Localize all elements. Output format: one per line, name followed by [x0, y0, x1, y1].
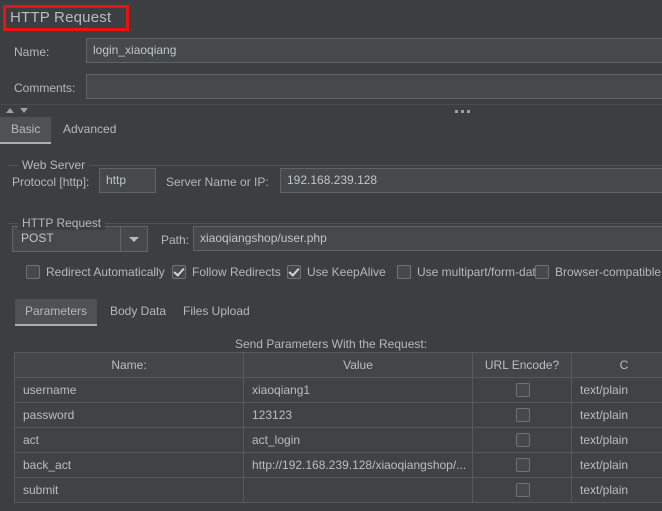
name-input[interactable]: login_xiaoqiang	[86, 38, 662, 63]
table-row[interactable]: username xiaoqiang1 text/plain	[15, 378, 662, 403]
table-row[interactable]: act act_login text/plain	[15, 428, 662, 453]
table-row[interactable]: submit text/plain	[15, 478, 662, 503]
collapse-down-icon[interactable]	[20, 108, 28, 113]
path-label: Path:	[161, 233, 190, 247]
checkbox-box[interactable]	[535, 265, 549, 279]
checkbox-box[interactable]	[172, 265, 186, 279]
web-server-group-title: Web Server	[18, 158, 90, 172]
basic-tab-content: Web Server Protocol [http]: http Server …	[0, 144, 662, 511]
cell-value[interactable]	[244, 478, 473, 502]
checkbox-label: Follow Redirects	[192, 265, 281, 279]
name-label: Name:	[14, 45, 50, 59]
table-row[interactable]: back_act http://192.168.239.128/xiaoqian…	[15, 453, 662, 478]
server-name-input[interactable]: 192.168.239.128	[280, 168, 662, 193]
url-encode-checkbox[interactable]	[516, 483, 530, 497]
comments-label: Comments:	[14, 81, 76, 95]
tab-basic[interactable]: Basic	[0, 117, 52, 144]
main-tabbar: Basic Advanced	[0, 117, 662, 144]
checkbox-label: Browser-compatible he	[555, 265, 662, 279]
parameters-table-caption: Send Parameters With the Request:	[234, 337, 428, 351]
checkbox-box[interactable]	[26, 265, 40, 279]
comments-field-row: Comments:	[0, 74, 662, 104]
cell-value[interactable]: http://192.168.239.128/xiaoqiangshop/...	[244, 453, 473, 477]
cell-content-type[interactable]: text/plain	[572, 478, 662, 502]
protocol-input[interactable]: http	[99, 168, 156, 193]
column-header-content-type[interactable]: C	[572, 353, 662, 377]
tab-advanced[interactable]: Advanced	[52, 117, 127, 144]
cell-content-type[interactable]: text/plain	[572, 403, 662, 427]
cell-url-encode[interactable]	[473, 403, 572, 427]
page-title: HTTP Request	[10, 9, 112, 26]
tab-parameters[interactable]: Parameters	[15, 299, 98, 326]
server-name-label: Server Name or IP:	[166, 175, 269, 189]
checkbox-label: Redirect Automatically	[46, 265, 165, 279]
chevron-down-icon[interactable]	[120, 227, 147, 251]
http-request-group-title: HTTP Request	[18, 216, 106, 230]
cell-url-encode[interactable]	[473, 453, 572, 477]
parameters-table: Name: Value URL Encode? C username xiaoq…	[14, 352, 662, 503]
parameters-tabbar: Parameters Body Data Files Upload	[8, 299, 662, 326]
method-value: POST	[21, 231, 54, 245]
tab-body-data[interactable]: Body Data	[100, 299, 176, 326]
request-options-row: Redirect Automatically Follow Redirects …	[0, 263, 662, 285]
cell-name[interactable]: act	[15, 428, 244, 452]
cell-url-encode[interactable]	[473, 428, 572, 452]
cell-name[interactable]: username	[15, 378, 244, 402]
collapse-up-icon[interactable]	[6, 108, 14, 113]
url-encode-checkbox[interactable]	[516, 408, 530, 422]
column-header-url-encode[interactable]: URL Encode?	[473, 353, 572, 377]
cell-content-type[interactable]: text/plain	[572, 453, 662, 477]
splitter-arrows[interactable]	[6, 108, 28, 113]
cell-value[interactable]: xiaoqiang1	[244, 378, 473, 402]
cell-name[interactable]: back_act	[15, 453, 244, 477]
panel-title-area: HTTP Request	[0, 0, 662, 38]
table-row[interactable]: password 123123 text/plain	[15, 403, 662, 428]
url-encode-checkbox[interactable]	[516, 433, 530, 447]
column-header-name[interactable]: Name:	[15, 353, 244, 377]
cell-content-type[interactable]: text/plain	[572, 378, 662, 402]
path-input[interactable]: xiaoqiangshop/user.php	[193, 226, 662, 251]
splitter-grip-icon[interactable]	[455, 110, 470, 113]
cell-url-encode[interactable]	[473, 478, 572, 502]
column-header-value[interactable]: Value	[244, 353, 473, 377]
cell-value[interactable]: act_login	[244, 428, 473, 452]
name-field-row: Name: login_xiaoqiang	[0, 38, 662, 68]
checkbox-box[interactable]	[397, 265, 411, 279]
table-header-row: Name: Value URL Encode? C	[15, 353, 662, 378]
http-request-panel: HTTP Request Name: login_xiaoqiang Comme…	[0, 0, 662, 511]
tab-files-upload[interactable]: Files Upload	[173, 299, 260, 326]
checkbox-label: Use KeepAlive	[307, 265, 386, 279]
cell-value[interactable]: 123123	[244, 403, 473, 427]
checkbox-label: Use multipart/form-data	[417, 265, 543, 279]
cell-url-encode[interactable]	[473, 378, 572, 402]
cell-content-type[interactable]: text/plain	[572, 428, 662, 452]
url-encode-checkbox[interactable]	[516, 458, 530, 472]
comments-input[interactable]	[86, 74, 662, 99]
cell-name[interactable]: submit	[15, 478, 244, 502]
url-encode-checkbox[interactable]	[516, 383, 530, 397]
cell-name[interactable]: password	[15, 403, 244, 427]
checkbox-box[interactable]	[287, 265, 301, 279]
protocol-label: Protocol [http]:	[12, 175, 90, 189]
